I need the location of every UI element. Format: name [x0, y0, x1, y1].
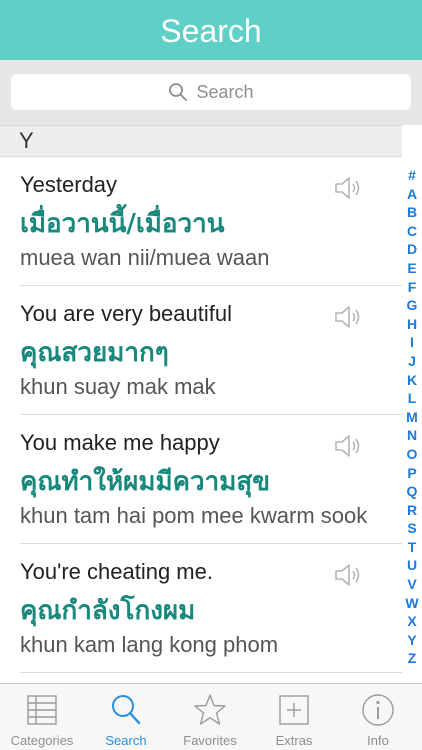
thai-text: คุณกำลังโกงผม: [20, 596, 196, 626]
index-letter[interactable]: Z: [402, 649, 422, 668]
magnifier-icon: [112, 695, 141, 725]
index-letter[interactable]: K: [402, 371, 422, 390]
phonetic-text: khun kam lang kong phom: [20, 632, 279, 657]
row-divider: [20, 672, 402, 673]
tab-label: Search: [105, 733, 147, 748]
list-item[interactable]: You're cheating me. คุณกำลังโกงผม khun k…: [0, 544, 402, 673]
index-letter[interactable]: J: [402, 352, 422, 371]
index-letter[interactable]: W: [402, 594, 422, 613]
section-letter: Y: [19, 128, 34, 153]
index-letter[interactable]: G: [402, 296, 422, 315]
index-letter[interactable]: R: [402, 501, 422, 520]
english-text: You are very beautiful: [20, 301, 232, 326]
index-letter[interactable]: P: [402, 464, 422, 483]
search-input[interactable]: Search: [11, 74, 411, 110]
speaker-icon[interactable]: [334, 304, 364, 330]
tab-label: Extras: [275, 733, 313, 748]
section-header: Y: [0, 125, 402, 157]
tab-bar: Categories Search Favorites Extras Info: [0, 683, 422, 750]
english-text: Yesterday: [20, 172, 118, 197]
speaker-icon[interactable]: [334, 562, 364, 588]
speaker-icon[interactable]: [334, 433, 364, 459]
index-letter[interactable]: O: [402, 445, 422, 464]
list-item[interactable]: You make me happy คุณทำให้ผมมีความสุข kh…: [0, 415, 402, 544]
index-letter[interactable]: Q: [402, 482, 422, 501]
alphabet-index[interactable]: # A B C D E F G H I J K L M N O P Q R S …: [402, 166, 422, 668]
plus-icon: [279, 695, 309, 725]
index-letter[interactable]: F: [402, 278, 422, 297]
index-letter[interactable]: T: [402, 538, 422, 557]
index-letter[interactable]: S: [402, 519, 422, 538]
index-letter[interactable]: H: [402, 315, 422, 334]
thai-text: เมื่อวานนี้/เมื่อวาน: [20, 209, 225, 239]
index-letter[interactable]: L: [402, 389, 422, 408]
search-area: Search: [0, 60, 422, 125]
tab-search[interactable]: Search: [84, 684, 168, 750]
index-letter[interactable]: A: [402, 185, 422, 204]
speaker-icon[interactable]: [334, 175, 364, 201]
phonetic-text: khun suay mak mak: [20, 374, 216, 399]
tab-label: Categories: [10, 733, 74, 748]
index-letter[interactable]: C: [402, 222, 422, 241]
phonetic-text: khun tam hai pom mee kwarm sook: [20, 503, 368, 528]
thai-text: คุณทำให้ผมมีความสุข: [20, 467, 270, 497]
search-placeholder: Search: [196, 81, 254, 102]
english-text: You make me happy: [20, 430, 220, 455]
index-letter[interactable]: N: [402, 426, 422, 445]
star-icon: [194, 694, 226, 725]
info-icon: [362, 694, 394, 726]
tab-info[interactable]: Info: [336, 684, 422, 750]
index-letter[interactable]: V: [402, 575, 422, 594]
nav-bar: Search: [0, 0, 422, 60]
index-letter[interactable]: E: [402, 259, 422, 278]
index-letter[interactable]: Y: [402, 631, 422, 650]
tab-favorites[interactable]: Favorites: [168, 684, 252, 750]
english-text: You're cheating me.: [20, 559, 213, 584]
index-letter[interactable]: I: [402, 333, 422, 352]
index-letter[interactable]: #: [402, 166, 422, 185]
page-title: Search: [160, 13, 262, 49]
phonetic-text: muea wan nii/muea waan: [20, 245, 270, 270]
index-letter[interactable]: U: [402, 556, 422, 575]
list-icon: [27, 695, 57, 725]
search-icon: [169, 83, 188, 101]
tab-categories[interactable]: Categories: [0, 684, 84, 750]
tab-label: Favorites: [183, 733, 237, 748]
index-letter[interactable]: D: [402, 240, 422, 259]
tab-extras[interactable]: Extras: [252, 684, 336, 750]
index-letter[interactable]: M: [402, 408, 422, 427]
tab-label: Info: [367, 733, 389, 748]
thai-text: คุณสวยมากๆ: [20, 338, 169, 368]
list-item[interactable]: You are very beautiful คุณสวยมากๆ khun s…: [0, 286, 402, 415]
index-letter[interactable]: B: [402, 203, 422, 222]
index-letter[interactable]: X: [402, 612, 422, 631]
list-item[interactable]: Yesterday เมื่อวานนี้/เมื่อวาน muea wan …: [0, 157, 402, 286]
